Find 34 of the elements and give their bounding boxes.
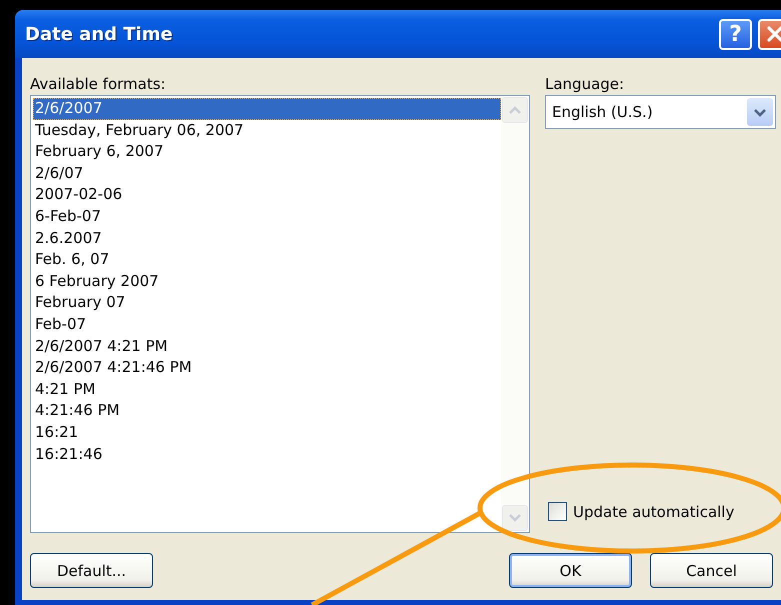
format-item[interactable]: 16:21 <box>33 422 501 444</box>
format-item[interactable]: 2007-02-06 <box>33 184 501 206</box>
chevron-up-icon <box>509 106 521 114</box>
ok-button[interactable]: OK <box>509 553 632 588</box>
chevron-down-icon <box>754 108 766 116</box>
language-dropdown[interactable]: English (U.S.) <box>545 95 776 129</box>
scroll-up-button[interactable] <box>502 97 528 123</box>
window-title: Date and Time <box>25 24 173 44</box>
language-label: Language: <box>545 75 624 93</box>
checkbox-label: Update automatically <box>573 502 734 520</box>
format-item[interactable]: 2/6/2007 4:21 PM <box>33 336 501 358</box>
format-item[interactable]: 2/6/2007 <box>33 98 501 120</box>
formats-label: Available formats: <box>30 75 166 93</box>
format-item[interactable]: 2.6.2007 <box>33 228 501 250</box>
default-button[interactable]: Default... <box>30 553 153 588</box>
format-item[interactable]: 16:21:46 <box>33 444 501 466</box>
format-item[interactable]: Tuesday, February 06, 2007 <box>33 120 501 142</box>
format-item[interactable]: Feb. 6, 07 <box>33 249 501 271</box>
chevron-down-icon <box>509 514 521 522</box>
format-item[interactable]: 2/6/07 <box>33 162 501 184</box>
cancel-button[interactable]: Cancel <box>650 553 773 588</box>
close-icon <box>764 24 781 44</box>
help-button[interactable]: ? <box>719 18 752 50</box>
checkbox[interactable] <box>548 502 567 521</box>
format-item[interactable]: 2/6/2007 4:21:46 PM <box>33 357 501 379</box>
format-item[interactable]: 4:21 PM <box>33 378 501 400</box>
format-item[interactable]: 6 February 2007 <box>33 270 501 292</box>
format-item[interactable]: 4:21:46 PM <box>33 400 501 422</box>
format-item[interactable]: February 07 <box>33 292 501 314</box>
scroll-down-button[interactable] <box>502 505 528 531</box>
scrollbar[interactable] <box>501 96 529 532</box>
format-item[interactable]: Feb-07 <box>33 314 501 336</box>
format-item[interactable]: 6-Feb-07 <box>33 206 501 228</box>
format-item[interactable]: February 6, 2007 <box>33 141 501 163</box>
